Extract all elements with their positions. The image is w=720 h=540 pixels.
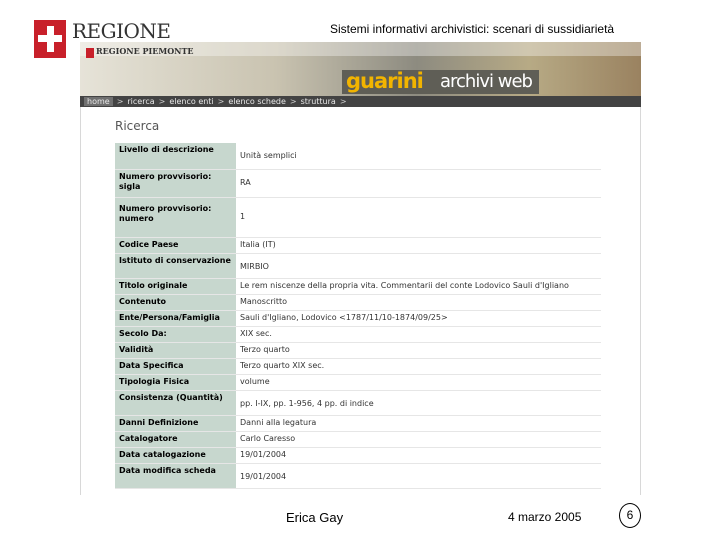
nav-separator: > [116,97,124,106]
table-row: Istituto di conservazione MIRBIO [115,253,601,279]
field-label: Data Specifica [115,358,236,375]
nav-home[interactable]: home [84,97,113,106]
field-value: Le rem niscenze della propria vita. Comm… [236,278,601,295]
field-value: 19/01/2004 [236,447,601,464]
field-value: XIX sec. [236,326,601,343]
nav-ricerca[interactable]: ricerca [127,97,154,106]
table-row: Ente/Persona/Famiglia Sauli d'Igliano, Lo… [115,310,601,327]
slide-title: Sistemi informativi archivistici: scenar… [330,22,615,36]
table-row: Data catalogazione 19/01/2004 [115,447,601,464]
nav-struttura[interactable]: struttura [301,97,336,106]
field-value: Terzo quarto [236,342,601,359]
app-banner: REGIONE PIEMONTE guarini archivi web [80,42,641,96]
field-label: Data catalogazione [115,447,236,464]
nav-separator: > [289,97,297,106]
field-label: Istituto di conservazione [115,253,236,279]
nav-elenco-schede[interactable]: elenco schede [228,97,286,106]
field-value: Terzo quarto XIX sec. [236,358,601,375]
table-row: Tipologia Fisica volume [115,374,601,391]
mini-logo-icon [86,48,94,58]
field-label: Danni Definizione [115,415,236,432]
brand-guarini: guarini [346,69,424,93]
field-value: Danni alla legatura [236,415,601,432]
table-row: Data Specifica Terzo quarto XIX sec. [115,358,601,375]
brand-archivi-web: archivi web [440,71,533,92]
field-label: Validità [115,342,236,359]
field-value: Manoscritto [236,294,601,311]
table-row: Contenuto Manoscritto [115,294,601,311]
field-label: Codice Paese [115,237,236,254]
nav-separator: > [158,97,166,106]
table-row: Livello di descrizione Unità semplici [115,143,601,170]
main-content: Ricerca Livello di descrizione Unità semp… [80,107,641,495]
field-value: Carlo Caresso [236,431,601,448]
field-label: Consistenza (Quantità) [115,390,236,416]
field-label: Numero provvisorio: sigla [115,169,236,198]
field-label: Data modifica scheda [115,463,236,489]
field-value: 1 [236,197,601,238]
field-label: Titolo originale [115,278,236,295]
table-row: Numero provvisorio: numero 1 [115,197,601,238]
logo-text: REGIONE [72,19,171,43]
page-title: Ricerca [115,119,160,133]
field-label: Tipologia Fisica [115,374,236,391]
table-row: Danni Definizione Danni alla legatura [115,415,601,432]
record-details-table: Livello di descrizione Unità semplici Num… [115,143,601,489]
field-value: pp. I-IX, pp. 1-956, 4 pp. di indice [236,390,601,416]
mini-logo-text: REGIONE PIEMONTE [96,46,194,56]
table-row: Catalogatore Carlo Caresso [115,431,601,448]
table-row: Consistenza (Quantità) pp. I-IX, pp. 1-95… [115,390,601,416]
field-label: Numero provvisorio: numero [115,197,236,238]
footer-date: 4 marzo 2005 [508,510,582,524]
field-label: Secolo Da: [115,326,236,343]
field-label: Catalogatore [115,431,236,448]
nav-separator: > [339,97,347,106]
table-row: Secolo Da: XIX sec. [115,326,601,343]
field-label: Contenuto [115,294,236,311]
field-value: Unità semplici [236,143,601,170]
field-value: Sauli d'Igliano, Lodovico <1787/11/10-18… [236,310,601,327]
table-row: Codice Paese Italia (IT) [115,237,601,254]
table-row: Numero provvisorio: sigla RA [115,169,601,198]
field-value: RA [236,169,601,198]
page-number: 6 [619,503,641,528]
regione-piemonte-logo-icon [34,20,66,58]
footer-author: Erica Gay [286,510,344,525]
breadcrumb-nav: home > ricerca > elenco enti > elenco sc… [80,96,641,107]
field-value: Italia (IT) [236,237,601,254]
table-row: Titolo originale Le rem niscenze della pr… [115,278,601,295]
field-value: MIRBIO [236,253,601,279]
field-label: Ente/Persona/Famiglia [115,310,236,327]
field-value: volume [236,374,601,391]
field-value: 19/01/2004 [236,463,601,489]
field-label: Livello di descrizione [115,143,236,170]
table-row: Data modifica scheda 19/01/2004 [115,463,601,489]
nav-elenco-enti[interactable]: elenco enti [169,97,213,106]
nav-separator: > [217,97,225,106]
table-row: Validità Terzo quarto [115,342,601,359]
